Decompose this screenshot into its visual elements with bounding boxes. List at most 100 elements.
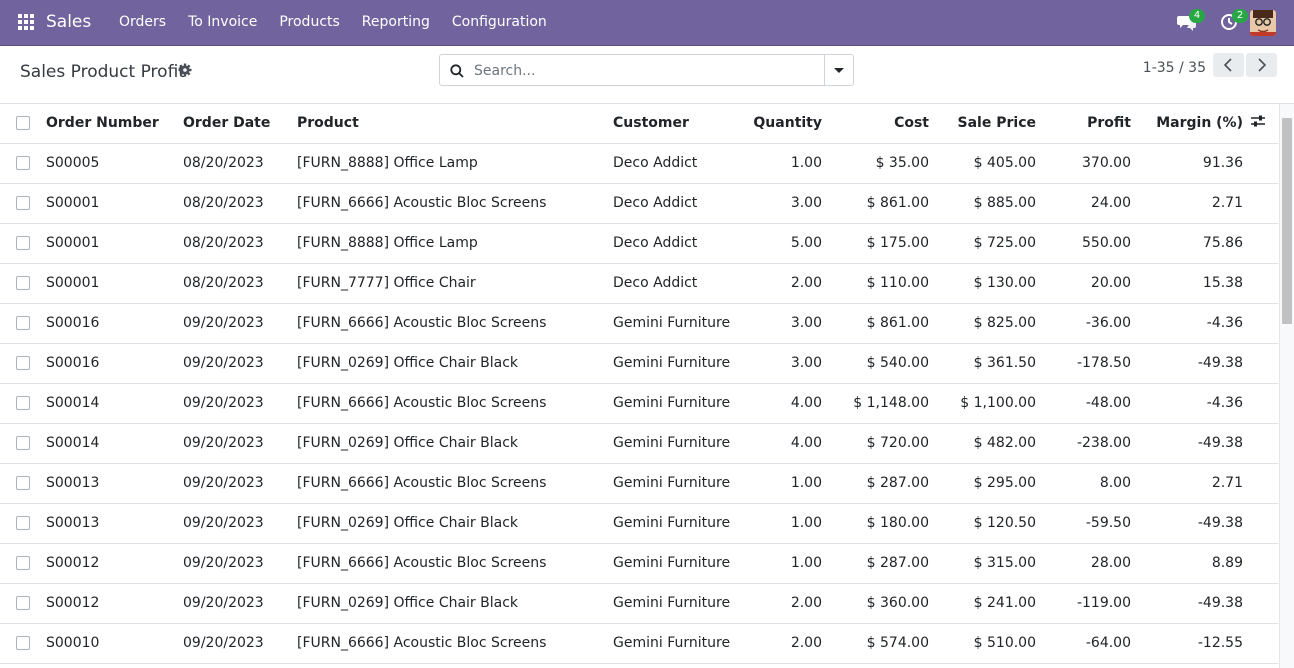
row-checkbox[interactable] (16, 436, 30, 450)
activities-clock-icon[interactable]: 2 (1220, 9, 1248, 33)
table-row[interactable]: S00005 08/20/2023 [FURN_8888] Office Lamp D… (0, 143, 1278, 184)
cell-product: [FURN_6666] Acoustic Bloc Screens (291, 543, 607, 584)
search-input[interactable] (472, 59, 826, 83)
page-title: Sales Product Profit (20, 62, 185, 82)
row-spacer (1249, 463, 1278, 504)
cell-cost: $ 861.00 (828, 183, 935, 224)
activities-badge: 2 (1232, 9, 1248, 23)
cell-margin: 91.36 (1137, 143, 1249, 184)
table-row[interactable]: S00014 09/20/2023 [FURN_6666] Acoustic Blo… (0, 383, 1278, 424)
row-select-cell (0, 303, 40, 344)
pager-previous-button[interactable] (1213, 53, 1244, 77)
cell-profit: -59.50 (1042, 503, 1137, 544)
row-checkbox[interactable] (16, 276, 30, 290)
row-spacer (1249, 543, 1278, 584)
row-checkbox[interactable] (16, 156, 30, 170)
table-row[interactable]: S00013 09/20/2023 [FURN_6666] Acoustic Blo… (0, 463, 1278, 504)
row-select-cell (0, 383, 40, 424)
row-checkbox[interactable] (16, 476, 30, 490)
column-order-date[interactable]: Order Date (177, 104, 291, 144)
row-checkbox[interactable] (16, 516, 30, 530)
row-checkbox[interactable] (16, 396, 30, 410)
column-profit[interactable]: Profit (1042, 104, 1137, 144)
top-navbar: Sales Orders To Invoice Products Reporti… (0, 0, 1294, 46)
cell-quantity: 3.00 (733, 183, 828, 224)
caret-down-icon (834, 68, 844, 73)
pager-next-button[interactable] (1246, 53, 1277, 77)
cell-order-number: S00013 (40, 503, 177, 544)
cell-sale-price: $ 315.00 (935, 543, 1042, 584)
table-row[interactable]: S00001 08/20/2023 [FURN_7777] Office Chair… (0, 263, 1278, 304)
table-row[interactable]: S00016 09/20/2023 [FURN_0269] Office Chair… (0, 343, 1278, 384)
column-margin[interactable]: Margin (%) (1137, 104, 1249, 144)
row-select-cell (0, 183, 40, 224)
table-row[interactable]: S00014 09/20/2023 [FURN_0269] Office Chair… (0, 423, 1278, 464)
table-row[interactable]: S00001 08/20/2023 [FURN_8888] Office Lamp D… (0, 223, 1278, 264)
systray: 4 2 (1154, 0, 1294, 45)
search-options-toggle[interactable] (824, 55, 853, 85)
menu-item-orders[interactable]: Orders (108, 0, 177, 45)
gear-icon[interactable] (178, 63, 192, 77)
row-select-cell (0, 343, 40, 384)
menu-item-products[interactable]: Products (268, 0, 350, 45)
row-checkbox[interactable] (16, 356, 30, 370)
column-cost[interactable]: Cost (828, 104, 935, 144)
cell-order-number: S00016 (40, 343, 177, 384)
cell-sale-price: $ 361.50 (935, 343, 1042, 384)
table-row[interactable]: S00001 08/20/2023 [FURN_6666] Acoustic Blo… (0, 183, 1278, 224)
table-row[interactable]: S00013 09/20/2023 [FURN_0269] Office Chair… (0, 503, 1278, 544)
row-checkbox[interactable] (16, 316, 30, 330)
cell-cost: $ 1,148.00 (828, 383, 935, 424)
pager-value[interactable]: 1-35 / 35 (1143, 60, 1206, 76)
row-spacer (1249, 303, 1278, 344)
cell-margin: 15.38 (1137, 263, 1249, 304)
optional-columns-toggle[interactable] (1249, 104, 1278, 144)
cell-margin: -4.36 (1137, 303, 1249, 344)
apps-grid-icon[interactable] (18, 14, 35, 31)
messages-icon[interactable]: 4 (1177, 9, 1205, 33)
messages-badge: 4 (1189, 9, 1205, 23)
column-order-number[interactable]: Order Number (40, 104, 177, 144)
table-scrollbar[interactable] (1279, 104, 1294, 668)
row-checkbox[interactable] (16, 236, 30, 250)
table-row[interactable]: S00016 09/20/2023 [FURN_6666] Acoustic Blo… (0, 303, 1278, 344)
column-quantity[interactable]: Quantity (733, 104, 828, 144)
user-avatar[interactable] (1250, 10, 1276, 36)
menu-item-configuration[interactable]: Configuration (441, 0, 558, 45)
row-checkbox[interactable] (16, 556, 30, 570)
cell-sale-price: $ 1,100.00 (935, 383, 1042, 424)
cell-product: [FURN_6666] Acoustic Bloc Screens (291, 183, 607, 224)
row-checkbox[interactable] (16, 596, 30, 610)
cell-quantity: 2.00 (733, 263, 828, 304)
table-row[interactable]: S00012 09/20/2023 [FURN_0269] Office Chair… (0, 583, 1278, 624)
cell-profit: 370.00 (1042, 143, 1137, 184)
scrollbar-thumb[interactable] (1282, 118, 1292, 324)
cell-customer: Deco Addict (607, 263, 733, 304)
column-sale-price[interactable]: Sale Price (935, 104, 1042, 144)
row-spacer (1249, 383, 1278, 424)
row-spacer (1249, 143, 1278, 184)
row-checkbox[interactable] (16, 196, 30, 210)
table-row[interactable]: S00010 09/20/2023 [FURN_6666] Acoustic Blo… (0, 623, 1278, 664)
cell-quantity: 1.00 (733, 143, 828, 184)
cell-margin: -4.36 (1137, 383, 1249, 424)
column-customer[interactable]: Customer (607, 104, 733, 144)
cell-order-date: 08/20/2023 (177, 143, 291, 184)
menu-item-to-invoice[interactable]: To Invoice (177, 0, 268, 45)
cell-customer: Deco Addict (607, 223, 733, 264)
cell-order-date: 09/20/2023 (177, 503, 291, 544)
cell-order-date: 09/20/2023 (177, 623, 291, 664)
row-select-cell (0, 583, 40, 624)
cell-order-date: 09/20/2023 (177, 463, 291, 504)
cell-order-number: S00001 (40, 263, 177, 304)
row-checkbox[interactable] (16, 636, 30, 650)
menu-item-reporting[interactable]: Reporting (351, 0, 441, 45)
app-brand[interactable]: Sales (46, 12, 91, 32)
cell-sale-price: $ 295.00 (935, 463, 1042, 504)
cell-cost: $ 35.00 (828, 143, 935, 184)
table-row[interactable]: S00012 09/20/2023 [FURN_6666] Acoustic Blo… (0, 543, 1278, 584)
select-all-checkbox[interactable] (16, 116, 30, 131)
column-product[interactable]: Product (291, 104, 607, 144)
cell-cost: $ 540.00 (828, 343, 935, 384)
row-spacer (1249, 223, 1278, 264)
